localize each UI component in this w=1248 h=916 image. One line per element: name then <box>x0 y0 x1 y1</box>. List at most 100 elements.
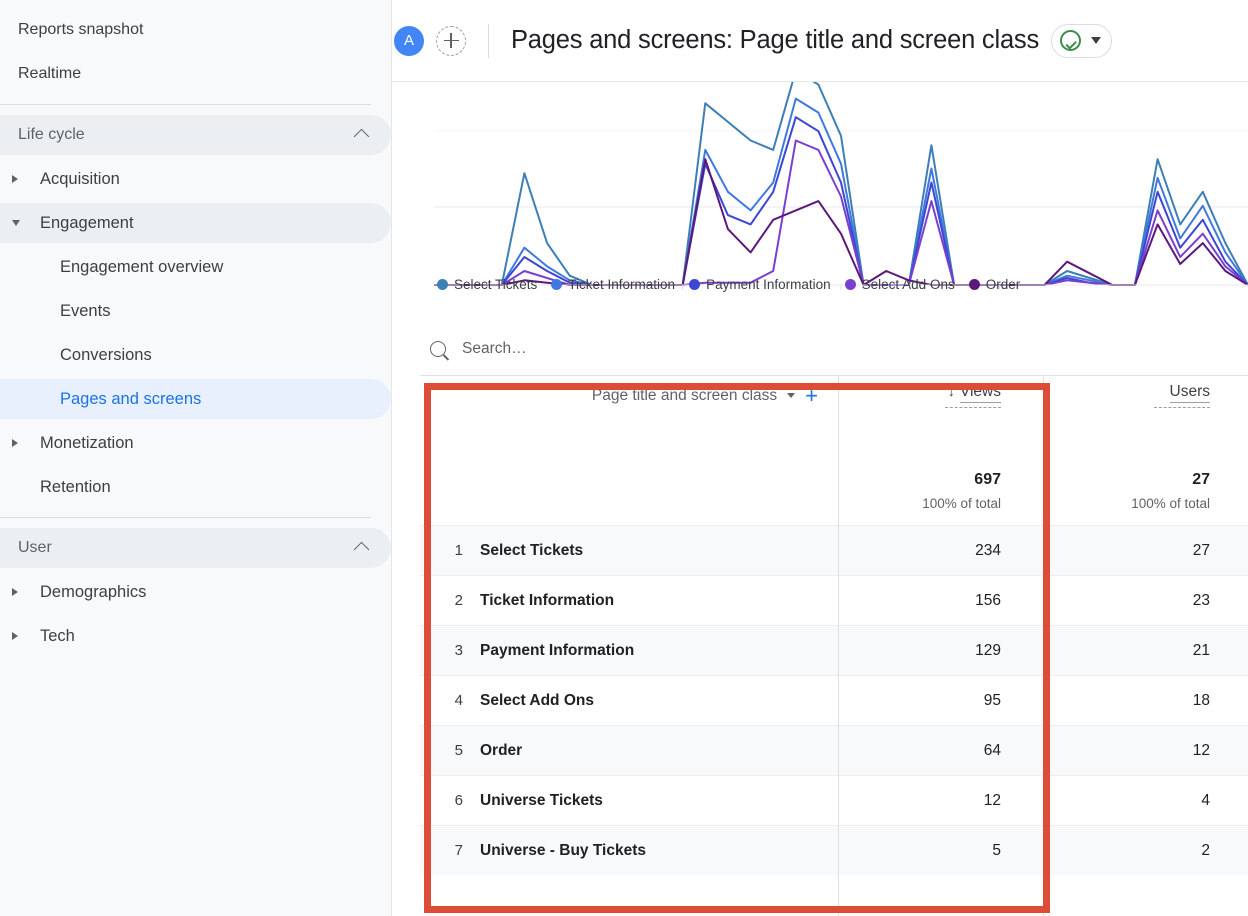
sidebar-item-monetization[interactable]: Monetization <box>0 423 391 463</box>
header-divider <box>488 23 489 58</box>
sidebar-item-engagement[interactable]: Engagement <box>0 203 391 243</box>
views-dashed-underline <box>945 407 1001 408</box>
table-row[interactable]: 5 Order 64 12 <box>420 725 1248 775</box>
legend-color-dot <box>689 279 701 290</box>
row-index: 7 <box>454 842 463 859</box>
sidebar-item-tech[interactable]: Tech <box>0 616 391 656</box>
sidebar-item-retention[interactable]: Retention <box>0 467 391 507</box>
row-views-value: 12 <box>983 791 1001 809</box>
sidebar-item-conversions[interactable]: Conversions <box>0 335 391 375</box>
table-row[interactable]: 3 Payment Information 129 21 <box>420 625 1248 675</box>
row-views-value: 64 <box>983 741 1001 759</box>
sidebar-item-label: Realtime <box>18 65 82 82</box>
table-row[interactable]: 6 Universe Tickets 12 4 <box>420 775 1248 825</box>
row-page-title: Universe - Buy Tickets <box>480 841 646 859</box>
row-views-value: 95 <box>983 691 1001 709</box>
row-users-value: 18 <box>1192 691 1210 709</box>
chevron-up-icon <box>353 539 370 558</box>
sidebar-item-label: Reports snapshot <box>18 21 144 38</box>
totals-index-cell <box>420 415 480 525</box>
search-input[interactable]: Search… <box>462 340 527 358</box>
legend-label: Order <box>985 277 1021 292</box>
sidebar: Reports snapshot Realtime Life cycle Acq… <box>0 0 392 916</box>
triangle-down-icon <box>0 220 40 226</box>
table-totals-row: 697 100% of total 27 100% of total <box>420 415 1248 525</box>
caret-down-icon[interactable] <box>1091 37 1102 44</box>
plus-icon[interactable]: + <box>805 384 818 406</box>
legend-item[interactable]: Select Add Ons <box>844 277 955 292</box>
row-page-title: Payment Information <box>480 641 635 659</box>
legend-label: Ticket Information <box>568 277 676 292</box>
row-users-value: 4 <box>1201 791 1210 809</box>
users-column-label: Users <box>1169 383 1210 403</box>
row-users-value: 21 <box>1192 641 1210 659</box>
triangle-right-icon <box>0 588 40 596</box>
sidebar-item-label: Demographics <box>40 582 147 601</box>
legend-label: Select Add Ons <box>861 277 955 292</box>
row-index: 5 <box>454 742 463 759</box>
legend-item[interactable]: Select Tickets <box>437 277 537 292</box>
sidebar-item-reports-snapshot[interactable]: Reports snapshot <box>0 10 391 50</box>
header-dimension-cell[interactable]: Page title and screen class + <box>480 384 838 406</box>
table-row[interactable]: 1 Select Tickets 234 27 <box>420 525 1248 575</box>
header-views-cell[interactable]: ↓ Views <box>838 383 1043 408</box>
check-circle-icon <box>1060 30 1082 51</box>
totals-users-cell: 27 100% of total <box>1043 415 1248 525</box>
sidebar-group-label: User <box>18 539 52 556</box>
users-total-subtext: 100% of total <box>1131 496 1210 511</box>
search-icon <box>430 341 446 357</box>
sidebar-item-label: Monetization <box>40 433 134 452</box>
status-badge[interactable] <box>1051 23 1113 58</box>
legend-item[interactable]: Payment Information <box>689 277 831 292</box>
sidebar-item-acquisition[interactable]: Acquisition <box>0 159 391 199</box>
arrow-down-icon: ↓ <box>947 383 955 399</box>
sidebar-item-engagement-overview[interactable]: Engagement overview <box>0 247 391 287</box>
caret-down-icon[interactable] <box>787 393 796 398</box>
sidebar-item-label: Engagement overview <box>60 257 224 276</box>
row-views-value: 234 <box>975 541 1001 559</box>
avatar[interactable]: A <box>394 25 424 56</box>
sidebar-item-events[interactable]: Events <box>0 291 391 331</box>
search-row[interactable]: Search… <box>430 340 527 358</box>
sidebar-group-label: Life cycle <box>18 126 85 143</box>
triangle-right-icon <box>0 175 40 183</box>
triangle-right-icon <box>0 439 40 447</box>
sidebar-item-demographics[interactable]: Demographics <box>0 572 391 612</box>
avatar-initial: A <box>403 32 414 49</box>
sidebar-divider-1 <box>0 104 371 105</box>
sidebar-item-label: Acquisition <box>40 169 120 188</box>
table-row[interactable]: 4 Select Add Ons 95 18 <box>420 675 1248 725</box>
row-index: 1 <box>454 542 463 559</box>
chart-line-series <box>434 158 1248 286</box>
legend-label: Select Tickets <box>454 277 538 292</box>
sidebar-group-life-cycle[interactable]: Life cycle <box>0 115 391 155</box>
dimension-header-label: Page title and screen class <box>591 386 778 404</box>
sidebar-item-label: Conversions <box>60 345 152 364</box>
chart-series-group <box>434 82 1248 286</box>
sidebar-item-label: Retention <box>40 477 111 496</box>
row-users-value: 12 <box>1192 741 1210 759</box>
sidebar-item-label: Pages and screens <box>60 389 202 408</box>
plus-circle-icon[interactable] <box>436 25 466 56</box>
views-column-label: Views <box>959 383 1001 403</box>
views-total-value: 697 <box>974 471 1001 488</box>
legend-item[interactable]: Ticket Information <box>551 277 675 292</box>
views-total-subtext: 100% of total <box>922 496 1001 511</box>
users-dashed-underline <box>1154 407 1210 408</box>
legend-color-dot <box>844 279 856 290</box>
sidebar-item-pages-and-screens[interactable]: Pages and screens <box>0 379 391 419</box>
row-page-title: Order <box>480 741 523 759</box>
row-views-value: 129 <box>975 641 1001 659</box>
table-row[interactable]: 7 Universe - Buy Tickets 5 2 <box>420 825 1248 875</box>
table-row[interactable]: 2 Ticket Information 156 23 <box>420 575 1248 625</box>
row-views-value: 156 <box>975 591 1001 609</box>
sidebar-item-realtime[interactable]: Realtime <box>0 54 391 94</box>
header-users-cell[interactable]: Users <box>1043 383 1248 408</box>
chart-svg: 04Sep111825 <box>434 82 1248 290</box>
sidebar-group-user[interactable]: User <box>0 528 391 568</box>
table-header-row: Page title and screen class + ↓ Views Us… <box>420 376 1248 415</box>
legend-item[interactable]: Order <box>968 277 1021 292</box>
row-users-value: 27 <box>1192 541 1210 559</box>
row-page-title: Ticket Information <box>480 591 615 609</box>
row-index: 2 <box>454 592 463 609</box>
